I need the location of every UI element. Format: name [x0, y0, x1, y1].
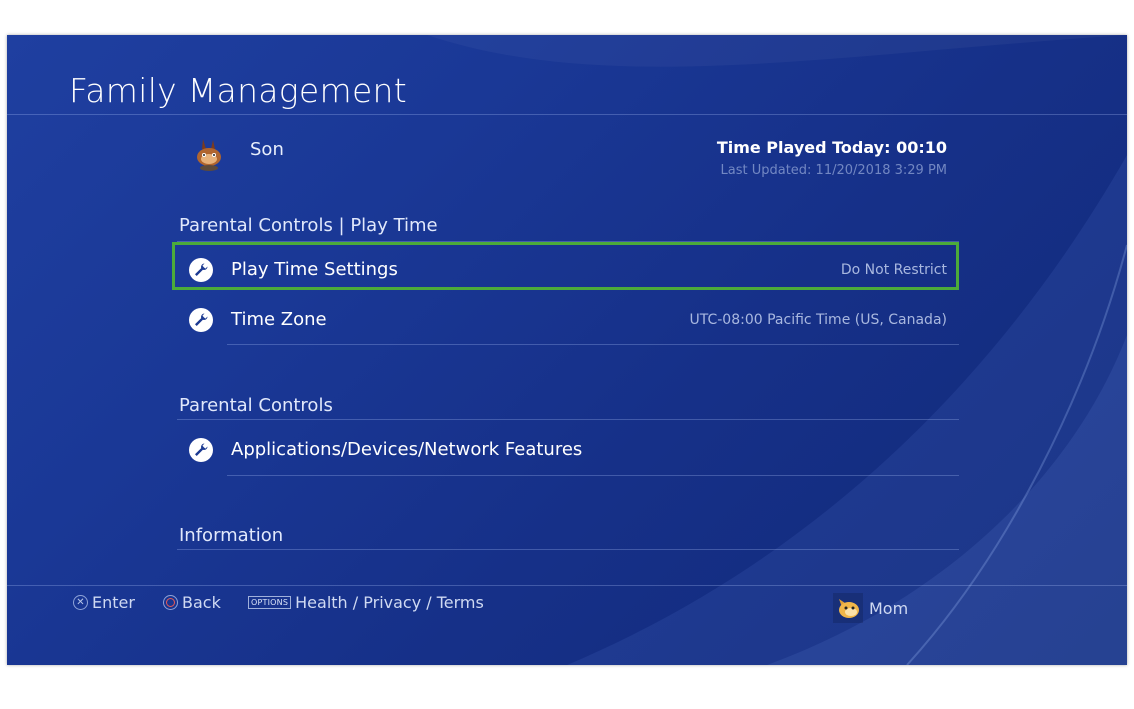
- son-avatar: [191, 137, 227, 173]
- section-divider: [177, 549, 959, 550]
- back-hint[interactable]: Back: [163, 593, 221, 612]
- enter-hint[interactable]: ✕ Enter: [73, 593, 135, 612]
- mom-avatar: [833, 593, 863, 623]
- wrench-icon: [189, 308, 213, 332]
- page-title: Family Management: [69, 71, 408, 110]
- menu-item-label: Applications/Devices/Network Features: [231, 439, 583, 460]
- wrench-icon: [189, 438, 213, 462]
- background-wave: [427, 35, 1127, 665]
- menu-item-label: Time Zone: [231, 309, 327, 330]
- back-label: Back: [182, 593, 221, 612]
- section-divider: [177, 419, 959, 420]
- time-played-today: Time Played Today: 00:10: [716, 138, 947, 157]
- ps4-screen: Family Management Son Time Played Today:…: [7, 35, 1127, 665]
- options-hint[interactable]: OPTIONS Health / Privacy / Terms: [248, 593, 484, 612]
- last-updated: Last Updated: 11/20/2018 3:29 PM: [720, 163, 948, 178]
- section-header-information: Information: [179, 525, 284, 546]
- options-button-icon: OPTIONS: [248, 596, 292, 609]
- footer-divider: [7, 585, 1127, 586]
- time-zone-value: UTC-08:00 Pacific Time (US, Canada): [689, 312, 948, 328]
- cross-button-icon: ✕: [73, 595, 88, 610]
- user-name: Son: [250, 139, 284, 160]
- row-divider: [227, 344, 959, 345]
- current-user[interactable]: Mom: [833, 593, 908, 623]
- circle-button-icon: [163, 595, 178, 610]
- wrench-icon: [189, 258, 213, 282]
- section-header-play-time: Parental Controls | Play Time: [179, 215, 438, 236]
- menu-item-label: Play Time Settings: [231, 259, 398, 280]
- play-time-value: Do Not Restrict: [840, 262, 947, 278]
- enter-label: Enter: [92, 593, 135, 612]
- health-privacy-terms-label: Health / Privacy / Terms: [295, 593, 484, 612]
- title-divider: [7, 114, 1127, 115]
- row-divider: [227, 475, 959, 476]
- current-user-name: Mom: [869, 598, 909, 618]
- section-header-parental-controls: Parental Controls: [179, 395, 333, 416]
